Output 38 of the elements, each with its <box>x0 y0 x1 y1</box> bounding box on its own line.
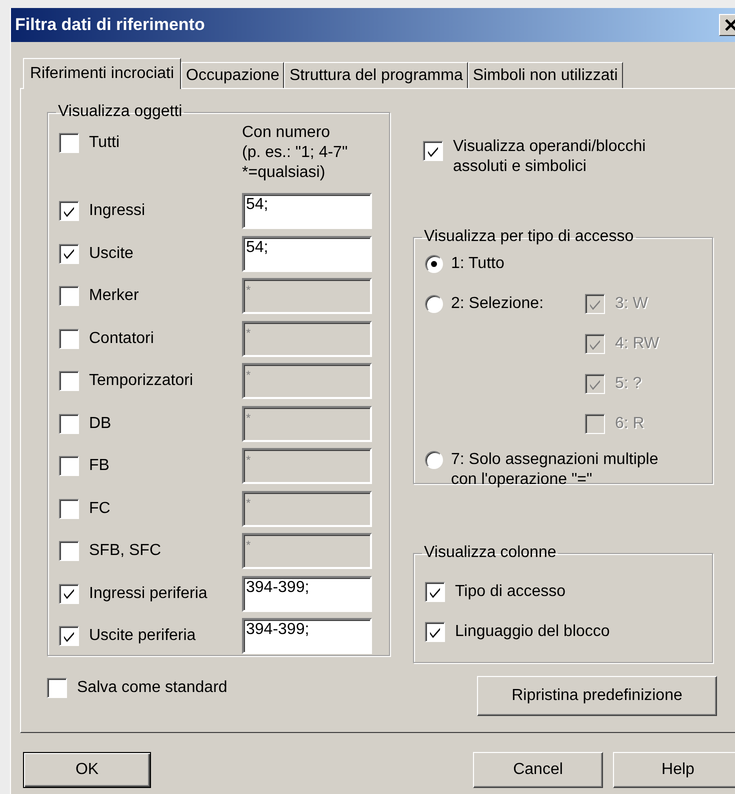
checkbox-label[interactable]: Tutti <box>89 134 242 152</box>
checkbox-label[interactable]: Visualizza operandi/blocchi assoluti e simbolici <box>453 137 683 177</box>
tab[interactable]: Simboli non utilizzati <box>468 62 623 88</box>
window-title: Filtra dati di riferimento <box>15 15 205 35</box>
radio-label[interactable]: 1: Tutto <box>451 254 666 274</box>
checkbox-label[interactable]: Uscite periferia <box>89 627 242 646</box>
checkbox-label[interactable]: Uscite <box>89 244 242 263</box>
checkbox-label[interactable]: Linguaggio del blocco <box>455 623 610 641</box>
input-field[interactable]: 394-399; <box>242 618 372 654</box>
ok-button[interactable]: OK <box>23 752 151 788</box>
tab[interactable]: Riferimenti incrociati <box>23 58 182 89</box>
checkbox-label[interactable]: SFB, SFC <box>89 542 242 560</box>
dialog-button[interactable]: Help <box>613 752 735 788</box>
input-field[interactable]: 54; <box>242 236 372 272</box>
tab[interactable]: Occupazione <box>181 62 284 88</box>
column-hint: *=qualsiasi) <box>242 163 326 183</box>
checkbox-label[interactable]: FC <box>89 500 242 518</box>
group-title: Visualizza colonne <box>423 544 558 562</box>
radio-label[interactable]: 7: Solo assegnazioni multiple con l'operazione "=" <box>451 450 666 490</box>
checkbox-label[interactable]: Ingressi periferia <box>89 584 242 603</box>
dialog-button[interactable]: Cancel <box>473 752 603 788</box>
checkbox-label[interactable]: FB <box>89 457 242 476</box>
checkbox-label[interactable]: Ingressi <box>89 202 242 220</box>
checkbox-label[interactable]: Merker <box>89 287 242 306</box>
group-title: Visualizza per tipo di accesso <box>423 228 635 246</box>
radio-label[interactable]: 2: Selezione: <box>451 294 577 314</box>
checkbox-label[interactable]: Salva come standard <box>77 679 228 697</box>
checkbox-label[interactable]: DB <box>89 414 242 433</box>
checkbox-label[interactable]: Tipo di accesso <box>455 583 566 601</box>
tab[interactable]: Struttura del programma <box>284 62 468 88</box>
column-hint: (p. es.: "1; 4-7" <box>242 143 348 163</box>
checkbox-label[interactable]: Temporizzatori <box>89 372 242 390</box>
column-hint: Con numero <box>242 123 332 143</box>
input-field[interactable]: 394-399; <box>242 576 372 612</box>
checkbox-label[interactable]: Contatori <box>89 330 242 348</box>
input-field[interactable]: 54; <box>242 193 372 230</box>
reset-button[interactable]: Ripristina predefinizione <box>477 676 717 716</box>
group-title: Visualizza oggetti <box>57 103 184 121</box>
